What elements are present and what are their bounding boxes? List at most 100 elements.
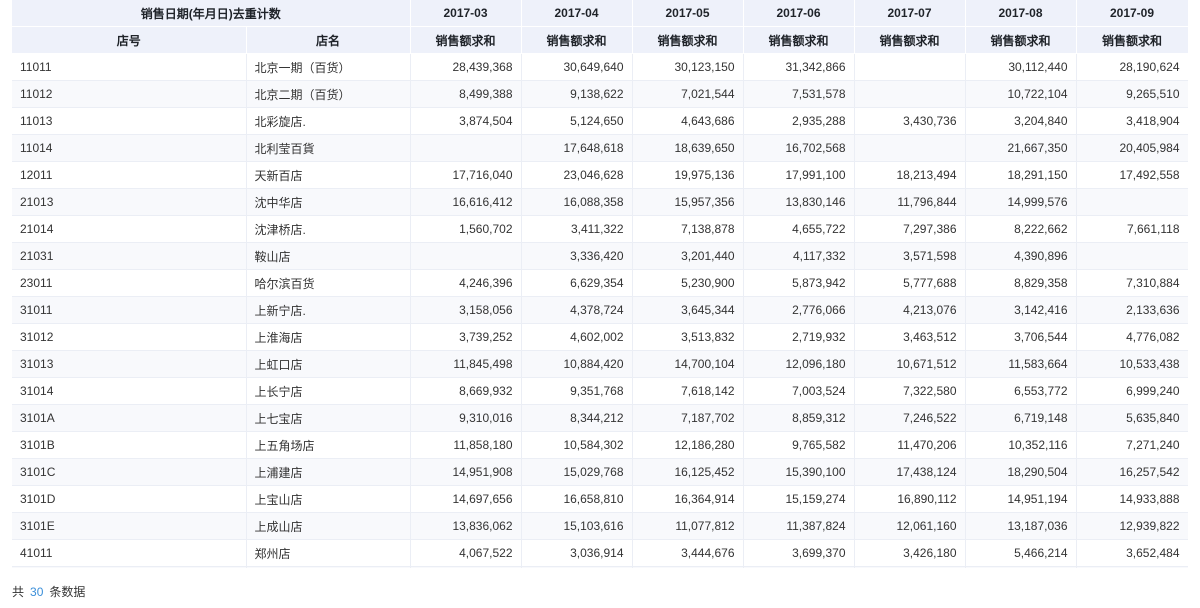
sales-value-cell[interactable]: 11,387,824	[743, 512, 855, 540]
sales-value-cell[interactable]: 4,378,724	[521, 296, 633, 324]
sales-value-cell[interactable]: 3,652,484	[1076, 539, 1188, 567]
sales-value-cell[interactable]: 9,310,016	[410, 404, 522, 432]
sales-value-cell[interactable]: 11,470,206	[854, 431, 966, 459]
sales-value-cell[interactable]: 16,364,914	[632, 485, 744, 513]
sales-value-cell[interactable]: 6,719,148	[965, 404, 1077, 432]
store-name-cell[interactable]: 沈中华店	[246, 188, 411, 216]
sales-value-cell[interactable]: 9,351,768	[521, 377, 633, 405]
table-row[interactable]: 3101D 上宝山店 14,697,656 16,658,810 16,364,914 1…	[12, 485, 1188, 513]
store-id-cell[interactable]: 21031	[12, 242, 247, 270]
store-id-cell[interactable]: 12011	[12, 161, 247, 189]
sales-value-cell[interactable]: 14,879,900	[632, 566, 744, 568]
store-id-cell[interactable]: 31013	[12, 350, 247, 378]
sales-value-cell[interactable]: 16,702,568	[743, 134, 855, 162]
sales-value-cell[interactable]: 13,188,000	[854, 566, 966, 568]
store-id-cell[interactable]: 3101C	[12, 458, 247, 486]
sales-value-cell[interactable]: 3,463,512	[854, 323, 966, 351]
table-row[interactable]: 31014 上长宁店 8,669,932 9,351,768 7,618,142 7,00…	[12, 377, 1188, 405]
sales-value-cell[interactable]: 4,213,076	[854, 296, 966, 324]
sales-value-cell[interactable]: 15,103,616	[521, 512, 633, 540]
sales-value-cell[interactable]: 15,159,274	[743, 485, 855, 513]
sales-value-cell[interactable]: 12,061,160	[854, 512, 966, 540]
sales-value-cell[interactable]: 7,322,580	[854, 377, 966, 405]
sales-value-cell[interactable]: 28,190,624	[1076, 53, 1188, 81]
sales-value-cell[interactable]: 9,765,582	[743, 431, 855, 459]
store-name-cell[interactable]: 上新宁店.	[246, 296, 411, 324]
sales-value-cell[interactable]: 21,667,350	[965, 134, 1077, 162]
store-name-cell[interactable]: 武汉百货	[246, 566, 411, 568]
sales-value-cell[interactable]: 16,616,412	[410, 188, 522, 216]
sales-value-cell[interactable]: 2,133,636	[1076, 296, 1188, 324]
sales-value-cell[interactable]: 7,246,522	[854, 404, 966, 432]
store-name-cell[interactable]: 北利莹百貨	[246, 134, 411, 162]
sales-value-cell[interactable]: 3,411,322	[521, 215, 633, 243]
sales-value-cell[interactable]: 14,697,656	[410, 485, 522, 513]
sales-value-cell[interactable]: 6,553,772	[965, 377, 1077, 405]
store-id-cell[interactable]: 21013	[12, 188, 247, 216]
store-id-cell[interactable]: 11012	[12, 80, 247, 108]
sales-value-cell[interactable]: 5,230,900	[632, 269, 744, 297]
store-name-cell[interactable]: 北京二期（百货）	[246, 80, 411, 108]
sales-value-cell[interactable]: 10,533,438	[1076, 350, 1188, 378]
sales-value-cell[interactable]: 8,829,358	[965, 269, 1077, 297]
table-row[interactable]: 3101A 上七宝店 9,310,016 8,344,212 7,187,702 8,85…	[12, 404, 1188, 432]
sales-value-cell[interactable]: 13,376,416	[1076, 566, 1188, 568]
sales-value-cell[interactable]	[410, 134, 522, 162]
store-id-cell[interactable]: 41011	[12, 539, 247, 567]
sales-value-cell[interactable]: 5,466,214	[965, 539, 1077, 567]
month-header[interactable]: 2017-09	[1076, 0, 1188, 27]
sales-value-cell[interactable]: 6,629,354	[521, 269, 633, 297]
store-name-cell[interactable]: 上虹口店	[246, 350, 411, 378]
sales-value-cell[interactable]: 16,890,112	[854, 485, 966, 513]
measure-header[interactable]: 销售额求和	[1076, 26, 1188, 54]
store-name-cell[interactable]: 上浦建店	[246, 458, 411, 486]
sales-value-cell[interactable]: 11,858,180	[410, 431, 522, 459]
table-row[interactable]: 11013 北彩旋店. 3,874,504 5,124,650 4,643,686 2,9…	[12, 107, 1188, 135]
sales-value-cell[interactable]: 1,560,702	[410, 215, 522, 243]
sales-value-cell[interactable]: 3,204,840	[965, 107, 1077, 135]
store-id-cell[interactable]: 42011	[12, 566, 247, 568]
sales-value-cell[interactable]: 31,342,866	[743, 53, 855, 81]
table-row[interactable]: 21031 鞍山店 3,336,420 3,201,440 4,117,332 3,571…	[12, 242, 1188, 270]
store-id-cell[interactable]: 11013	[12, 107, 247, 135]
store-id-cell[interactable]: 11011	[12, 53, 247, 81]
table-row[interactable]: 12011 天新百店 17,716,040 23,046,628 19,975,136 1…	[12, 161, 1188, 189]
sales-value-cell[interactable]: 11,985,850	[410, 566, 522, 568]
sales-value-cell[interactable]: 4,602,002	[521, 323, 633, 351]
sales-value-cell[interactable]: 18,639,650	[632, 134, 744, 162]
sales-value-cell[interactable]: 4,655,722	[743, 215, 855, 243]
sales-value-cell[interactable]: 15,957,356	[632, 188, 744, 216]
measure-header[interactable]: 销售额求和	[521, 26, 633, 54]
sales-value-cell[interactable]: 16,125,452	[632, 458, 744, 486]
sales-value-cell[interactable]: 12,096,180	[743, 350, 855, 378]
store-id-header[interactable]: 店号	[12, 26, 247, 54]
sales-value-cell[interactable]: 17,991,100	[743, 161, 855, 189]
sales-value-cell[interactable]: 3,036,914	[521, 539, 633, 567]
sales-value-cell[interactable]: 11,796,844	[854, 188, 966, 216]
sales-value-cell[interactable]: 23,046,628	[521, 161, 633, 189]
sales-value-cell[interactable]: 5,777,688	[854, 269, 966, 297]
sales-value-cell[interactable]: 14,951,908	[410, 458, 522, 486]
sales-value-cell[interactable]: 12,819,704	[521, 566, 633, 568]
store-id-cell[interactable]: 11014	[12, 134, 247, 162]
sales-value-cell[interactable]: 14,999,576	[965, 188, 1077, 216]
sales-value-cell[interactable]: 4,643,686	[632, 107, 744, 135]
month-header[interactable]: 2017-07	[854, 0, 966, 27]
sales-value-cell[interactable]: 3,513,832	[632, 323, 744, 351]
sales-value-cell[interactable]	[854, 80, 966, 108]
sales-value-cell[interactable]: 4,117,332	[743, 242, 855, 270]
measure-header[interactable]: 销售额求和	[965, 26, 1077, 54]
table-row[interactable]: 3101E 上成山店 13,836,062 15,103,616 11,077,812 1…	[12, 512, 1188, 540]
sales-value-cell[interactable]: 18,291,150	[965, 161, 1077, 189]
sales-value-cell[interactable]: 7,187,702	[632, 404, 744, 432]
sales-value-cell[interactable]: 4,246,396	[410, 269, 522, 297]
sales-value-cell[interactable]: 5,635,840	[1076, 404, 1188, 432]
sales-value-cell[interactable]: 9,138,622	[521, 80, 633, 108]
store-id-cell[interactable]: 3101E	[12, 512, 247, 540]
store-name-cell[interactable]: 沈津桥店.	[246, 215, 411, 243]
table-row[interactable]: 42011武汉百货11,985,85012,819,70414,879,900 1…	[12, 566, 1188, 568]
sales-value-cell[interactable]: 14,933,888	[1076, 485, 1188, 513]
sales-value-cell[interactable]: 30,112,440	[965, 53, 1077, 81]
store-name-header[interactable]: 店名	[246, 26, 411, 54]
sales-value-cell[interactable]: 8,859,312	[743, 404, 855, 432]
